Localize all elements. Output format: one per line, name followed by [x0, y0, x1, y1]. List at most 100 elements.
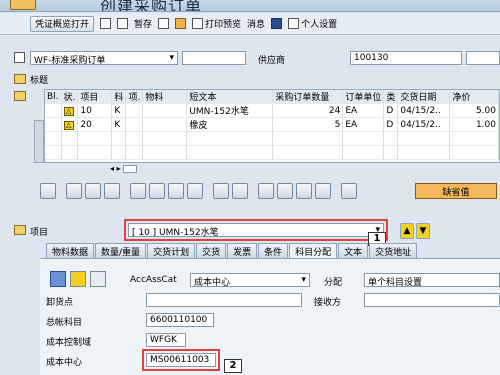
column-header[interactable]: 净价 — [449, 90, 499, 104]
acc-ass-cat-label: AccAssCat — [130, 275, 177, 285]
tab-delivery-schedule[interactable]: 交货计划 — [147, 243, 196, 258]
hold-button[interactable]: 暂存 — [134, 17, 152, 30]
arrow-up-icon: ▲ — [403, 226, 411, 236]
chevron-down-icon: ▾ — [301, 275, 306, 285]
highlight-box-2 — [142, 349, 220, 371]
sort-icon[interactable] — [213, 183, 229, 199]
distribution-label: 分配 — [324, 278, 343, 288]
column-header[interactable]: 项目 — [77, 90, 113, 104]
row-selector-column[interactable] — [34, 120, 44, 163]
table-row[interactable]: △ 10 K UMN-152水笔 24 EA D 04/15/2.. 5.00 — [45, 103, 499, 118]
printer-icon — [192, 18, 204, 29]
lock-icon[interactable] — [168, 183, 184, 199]
messages-button[interactable]: 消息 — [247, 17, 265, 30]
distribution-form-icon[interactable] — [90, 271, 106, 287]
tab-account-assignment[interactable]: 科目分配 — [289, 243, 338, 258]
tab-delivery[interactable]: 交货 — [196, 243, 227, 258]
next-item-button[interactable]: ▼ — [416, 223, 430, 239]
item-detail-folder-icon[interactable] — [14, 225, 26, 235]
column-header[interactable]: 类 — [383, 90, 399, 104]
layout-icon[interactable] — [232, 183, 248, 199]
folder-icon — [14, 74, 26, 84]
chevron-down-icon: ▾ — [169, 53, 174, 63]
delete-icon[interactable] — [130, 183, 146, 199]
tab-texts[interactable]: 文本 — [338, 243, 369, 258]
unlock-icon[interactable] — [187, 183, 203, 199]
grid-toolbar — [40, 182, 357, 200]
scroll-right-icon[interactable]: ▸ — [117, 164, 121, 173]
column-header[interactable]: 订单单位 — [342, 90, 385, 104]
co-area-field[interactable]: WFGK — [146, 333, 186, 347]
transaction-icon — [10, 0, 36, 10]
po-number-field[interactable] — [182, 51, 246, 65]
warning-icon: △ — [63, 106, 74, 116]
filter-icon[interactable] — [277, 183, 293, 199]
item-overview-folder-icon[interactable] — [14, 91, 26, 101]
document-overview-button[interactable]: 凭证概览打开 — [30, 15, 95, 32]
default-values-button[interactable]: 缺省值 — [415, 183, 497, 199]
window-title: 创建采购订单 — [100, 0, 203, 12]
select-all-icon[interactable] — [66, 183, 82, 199]
recipient-label: 接收方 — [314, 298, 342, 308]
filter-delete-icon[interactable] — [315, 183, 331, 199]
multiple-account-icon[interactable] — [50, 271, 66, 287]
table-row[interactable] — [45, 145, 499, 160]
cost-center-label: 成本中心 — [46, 358, 83, 368]
distribution-up-icon[interactable] — [70, 271, 86, 287]
acc-ass-cat-select[interactable]: 成本中心 ▾ — [190, 273, 310, 287]
column-header[interactable]: 科 — [111, 90, 127, 104]
gl-account-label: 总帐科目 — [46, 318, 83, 328]
distribution-select[interactable]: 单个科目设置 — [364, 273, 500, 287]
display-icon[interactable] — [175, 18, 187, 29]
personal-settings-button[interactable]: 个人设置 — [288, 17, 337, 30]
scroll-thumb[interactable] — [123, 164, 138, 173]
previous-item-button[interactable]: ▲ — [400, 223, 414, 239]
unloading-point-field[interactable] — [146, 293, 302, 307]
item-detail-tabs: 物料数据 数量/重量 交货计划 交货 发票 条件 科目分配 文本 交货地址 — [46, 243, 418, 258]
filter-set-icon[interactable] — [296, 183, 312, 199]
document-type-select[interactable]: WF-标准采购订单 ▾ — [30, 51, 178, 65]
other-document-icon[interactable] — [117, 18, 129, 29]
cart-icon — [14, 52, 25, 63]
column-header[interactable]: 交货日期 — [397, 90, 451, 104]
services-icon[interactable] — [341, 183, 357, 199]
title-bar: 创建采购订单 — [0, 0, 500, 12]
column-header[interactable]: 短文本 — [186, 90, 274, 104]
tab-invoice[interactable]: 发票 — [227, 243, 258, 258]
new-document-icon[interactable] — [100, 18, 112, 29]
application-toolbar: 凭证概览打开 暂存 打印预览 消息 个人设置 — [0, 13, 500, 35]
print-preview-button[interactable]: 打印预览 — [192, 17, 241, 30]
table-row[interactable]: △ 20 K 橡皮 5 EA D 04/15/2.. 1.00 — [45, 117, 499, 132]
column-header[interactable]: 采购订单数量 — [272, 90, 344, 104]
help-icon — [288, 18, 300, 29]
tab-delivery-address[interactable]: 交货地址 — [369, 243, 418, 258]
deselect-all-icon[interactable] — [85, 183, 101, 199]
account-assignment-panel: AccAssCat 成本中心 ▾ 分配 单个科目设置 卸货点 接收方 总帐科目 … — [40, 258, 500, 375]
table-header-row: Bl. 状. 项目 科 项. 物料 短文本 采购订单数量 订单单位 类 交货日期… — [45, 90, 499, 104]
vendor-name-field[interactable] — [466, 51, 500, 65]
gl-account-field[interactable]: 6600110100 — [146, 313, 214, 327]
column-header[interactable]: 物料 — [142, 90, 188, 104]
tab-quantity-weight[interactable]: 数量/重量 — [95, 243, 147, 258]
tab-conditions[interactable]: 条件 — [258, 243, 289, 258]
tab-material-data[interactable]: 物料数据 — [46, 243, 95, 258]
details-icon[interactable] — [40, 183, 56, 199]
column-header[interactable]: Bl. — [45, 90, 62, 104]
check-icon[interactable] — [158, 18, 170, 29]
recipient-field[interactable] — [364, 293, 500, 307]
unloading-point-label: 卸货点 — [46, 298, 74, 308]
scroll-left-icon[interactable]: ◂ — [110, 164, 114, 173]
item-overview-table: Bl. 状. 项目 科 项. 物料 短文本 采购订单数量 订单单位 类 交货日期… — [44, 89, 500, 163]
column-header[interactable]: 项. — [125, 90, 144, 104]
vendor-field[interactable]: 100130 — [350, 51, 462, 65]
print-icon[interactable] — [258, 183, 274, 199]
insert-row-icon[interactable] — [149, 183, 165, 199]
column-header[interactable]: 状. — [61, 90, 79, 104]
header-section[interactable]: 标题 — [0, 71, 500, 87]
warning-icon: △ — [63, 120, 74, 130]
info-icon[interactable] — [271, 18, 283, 29]
copy-icon[interactable] — [104, 183, 120, 199]
table-row[interactable] — [45, 131, 499, 146]
co-area-label: 成本控制域 — [46, 338, 92, 348]
horizontal-scrollbar[interactable]: ◂ ▸ — [110, 164, 160, 174]
